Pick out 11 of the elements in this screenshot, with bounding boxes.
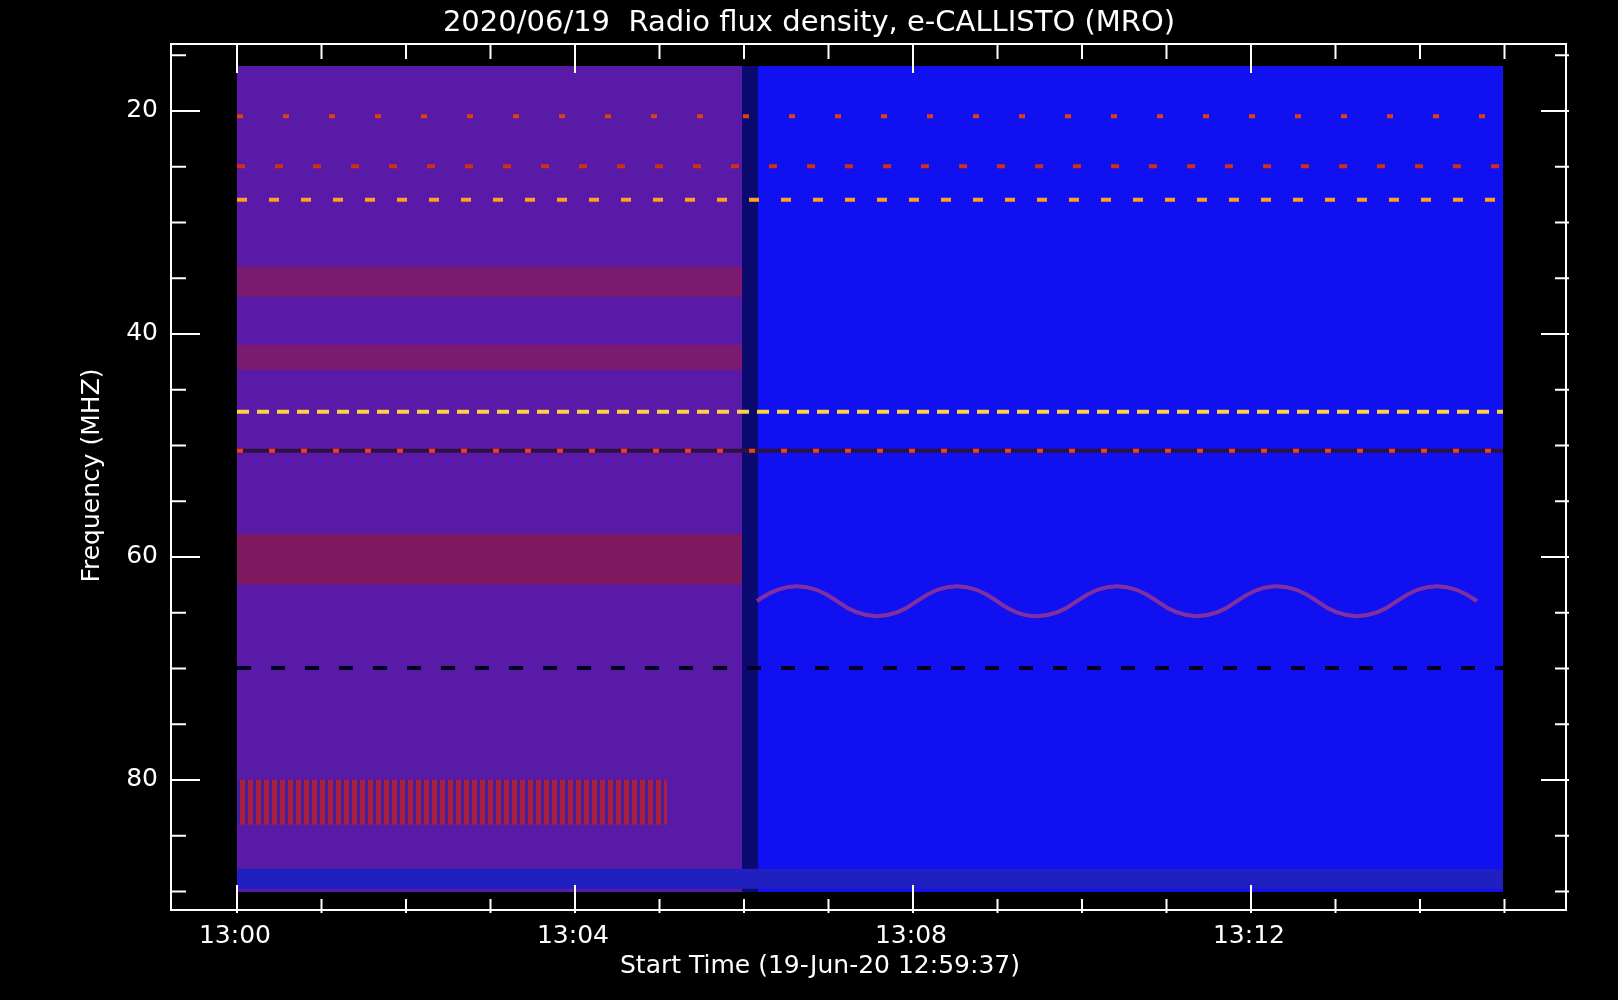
y-axis-label: Frequency (MHZ) [77,367,103,583]
y-tick-label: 40 [126,319,158,344]
x-tick-label: 13:12 [1211,922,1286,947]
x-tick-label: 13:00 [197,922,272,947]
x-tick-label: 13:04 [535,922,610,947]
x-tick-label: 13:08 [873,922,948,947]
chart-title: 2020/06/19 Radio flux density, e-CALLISTO (MRO) [442,7,1176,36]
y-tick-label: 80 [126,765,158,790]
y-tick-label: 60 [126,542,158,567]
y-tick-label: 20 [126,96,158,121]
x-axis-label: Start Time (19-Jun-20 12:59:37) [620,952,1020,977]
